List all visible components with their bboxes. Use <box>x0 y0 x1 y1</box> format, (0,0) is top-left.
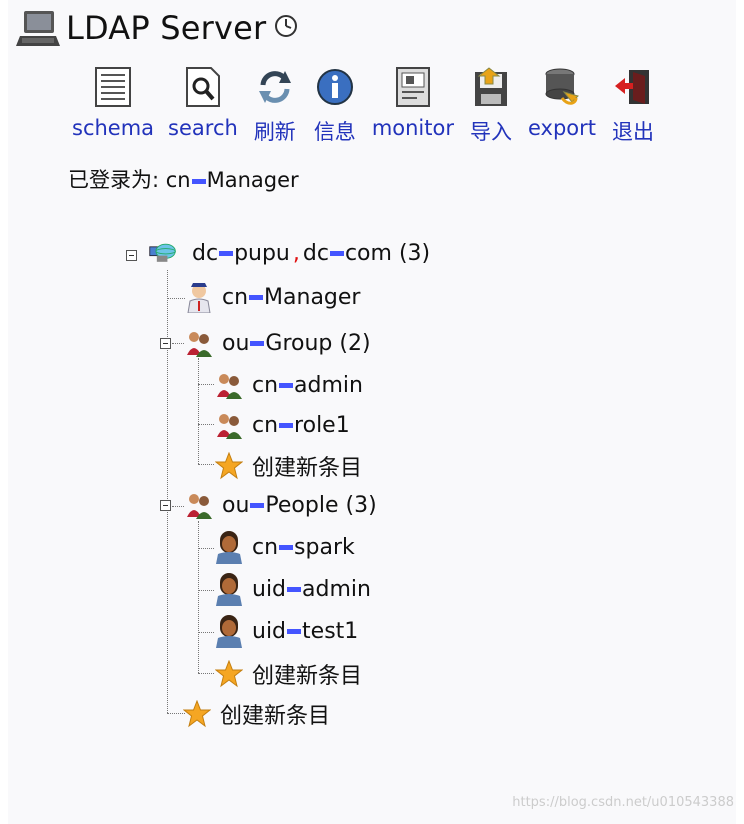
group-admin-attr: cn <box>252 372 279 398</box>
root-count: (3) <box>398 240 431 266</box>
create-entry-link-root[interactable]: 创建新条目 <box>182 698 330 730</box>
group-count: (2) <box>339 330 371 356</box>
tree-node-manager[interactable]: cn Manager <box>184 282 361 313</box>
people-spark-value: spark <box>294 534 355 560</box>
equals-sign <box>287 586 302 592</box>
create-entry-label[interactable]: 创建新条目 <box>220 698 330 730</box>
tree-node-group-role1[interactable]: cn role1 <box>214 410 350 440</box>
tree-line <box>198 673 214 674</box>
equals-sign <box>279 422 294 428</box>
tree-line <box>198 548 214 549</box>
ldap-tree: dc pupu, dc com (3) cn Manager ou Group (2) c… <box>0 0 744 824</box>
group-icon <box>214 410 244 440</box>
star-icon <box>182 699 212 729</box>
equals-sign <box>249 294 264 300</box>
rdn-comma: , <box>292 240 300 266</box>
manager-value: Manager <box>264 284 361 310</box>
people-admin-value: admin <box>302 576 371 602</box>
tree-line <box>198 424 214 425</box>
people-attr: ou <box>222 492 250 518</box>
tree-node-group[interactable]: ou Group (2) <box>184 328 371 358</box>
network-domain-icon <box>148 238 178 268</box>
equals-sign <box>287 628 302 634</box>
people-spark-attr: cn <box>252 534 279 560</box>
tree-line-root <box>167 270 168 713</box>
equals-sign <box>329 250 344 256</box>
manager-attr: cn <box>222 284 249 310</box>
create-entry-label[interactable]: 创建新条目 <box>252 450 362 482</box>
collapse-root-toggle[interactable] <box>126 250 137 261</box>
people-test1-attr: uid <box>252 618 287 644</box>
group-icon <box>184 328 214 358</box>
person-icon <box>214 573 244 606</box>
equals-sign <box>250 340 265 346</box>
tree-line <box>167 298 185 299</box>
people-admin-attr: uid <box>252 576 287 602</box>
tree-line <box>172 343 184 344</box>
root-val1: pupu <box>234 240 290 266</box>
root-val2: com <box>344 240 392 266</box>
person-icon <box>214 615 244 648</box>
tree-line <box>198 464 214 465</box>
root-attr2: dc <box>302 240 329 266</box>
group-value: Group <box>265 330 333 356</box>
people-value: People <box>265 492 339 518</box>
people-count: (3) <box>345 492 377 518</box>
admin-user-icon <box>184 282 214 313</box>
create-entry-link-people[interactable]: 创建新条目 <box>214 658 362 690</box>
star-icon <box>214 659 244 689</box>
create-entry-link-group[interactable]: 创建新条目 <box>214 450 362 482</box>
collapse-group-toggle[interactable] <box>160 338 171 349</box>
tree-node-group-admin[interactable]: cn admin <box>214 370 363 400</box>
tree-line <box>172 506 184 507</box>
tree-line <box>198 590 214 591</box>
tree-node-people[interactable]: ou People (3) <box>184 490 377 520</box>
tree-line-people <box>198 521 199 673</box>
group-icon <box>214 370 244 400</box>
equals-sign <box>279 382 294 388</box>
tree-node-people-admin[interactable]: uid admin <box>214 573 371 606</box>
group-admin-value: admin <box>294 372 363 398</box>
people-test1-value: test1 <box>302 618 359 644</box>
star-icon <box>214 451 244 481</box>
root-attr1: dc <box>192 240 219 266</box>
group-attr: ou <box>222 330 250 356</box>
create-entry-label[interactable]: 创建新条目 <box>252 658 362 690</box>
tree-node-people-spark[interactable]: cn spark <box>214 531 355 564</box>
group-role1-value: role1 <box>294 412 350 438</box>
equals-sign <box>219 250 234 256</box>
watermark: https://blog.csdn.net/u010543388 <box>512 795 734 810</box>
tree-node-people-test1[interactable]: uid test1 <box>214 615 359 648</box>
equals-sign <box>250 502 265 508</box>
collapse-people-toggle[interactable] <box>160 500 171 511</box>
tree-line <box>198 632 214 633</box>
person-icon <box>214 531 244 564</box>
group-role1-attr: cn <box>252 412 279 438</box>
tree-line <box>198 384 214 385</box>
tree-node-root[interactable]: dc pupu, dc com (3) <box>148 238 430 268</box>
tree-line-group <box>198 358 199 464</box>
group-icon <box>184 490 214 520</box>
equals-sign <box>279 544 294 550</box>
